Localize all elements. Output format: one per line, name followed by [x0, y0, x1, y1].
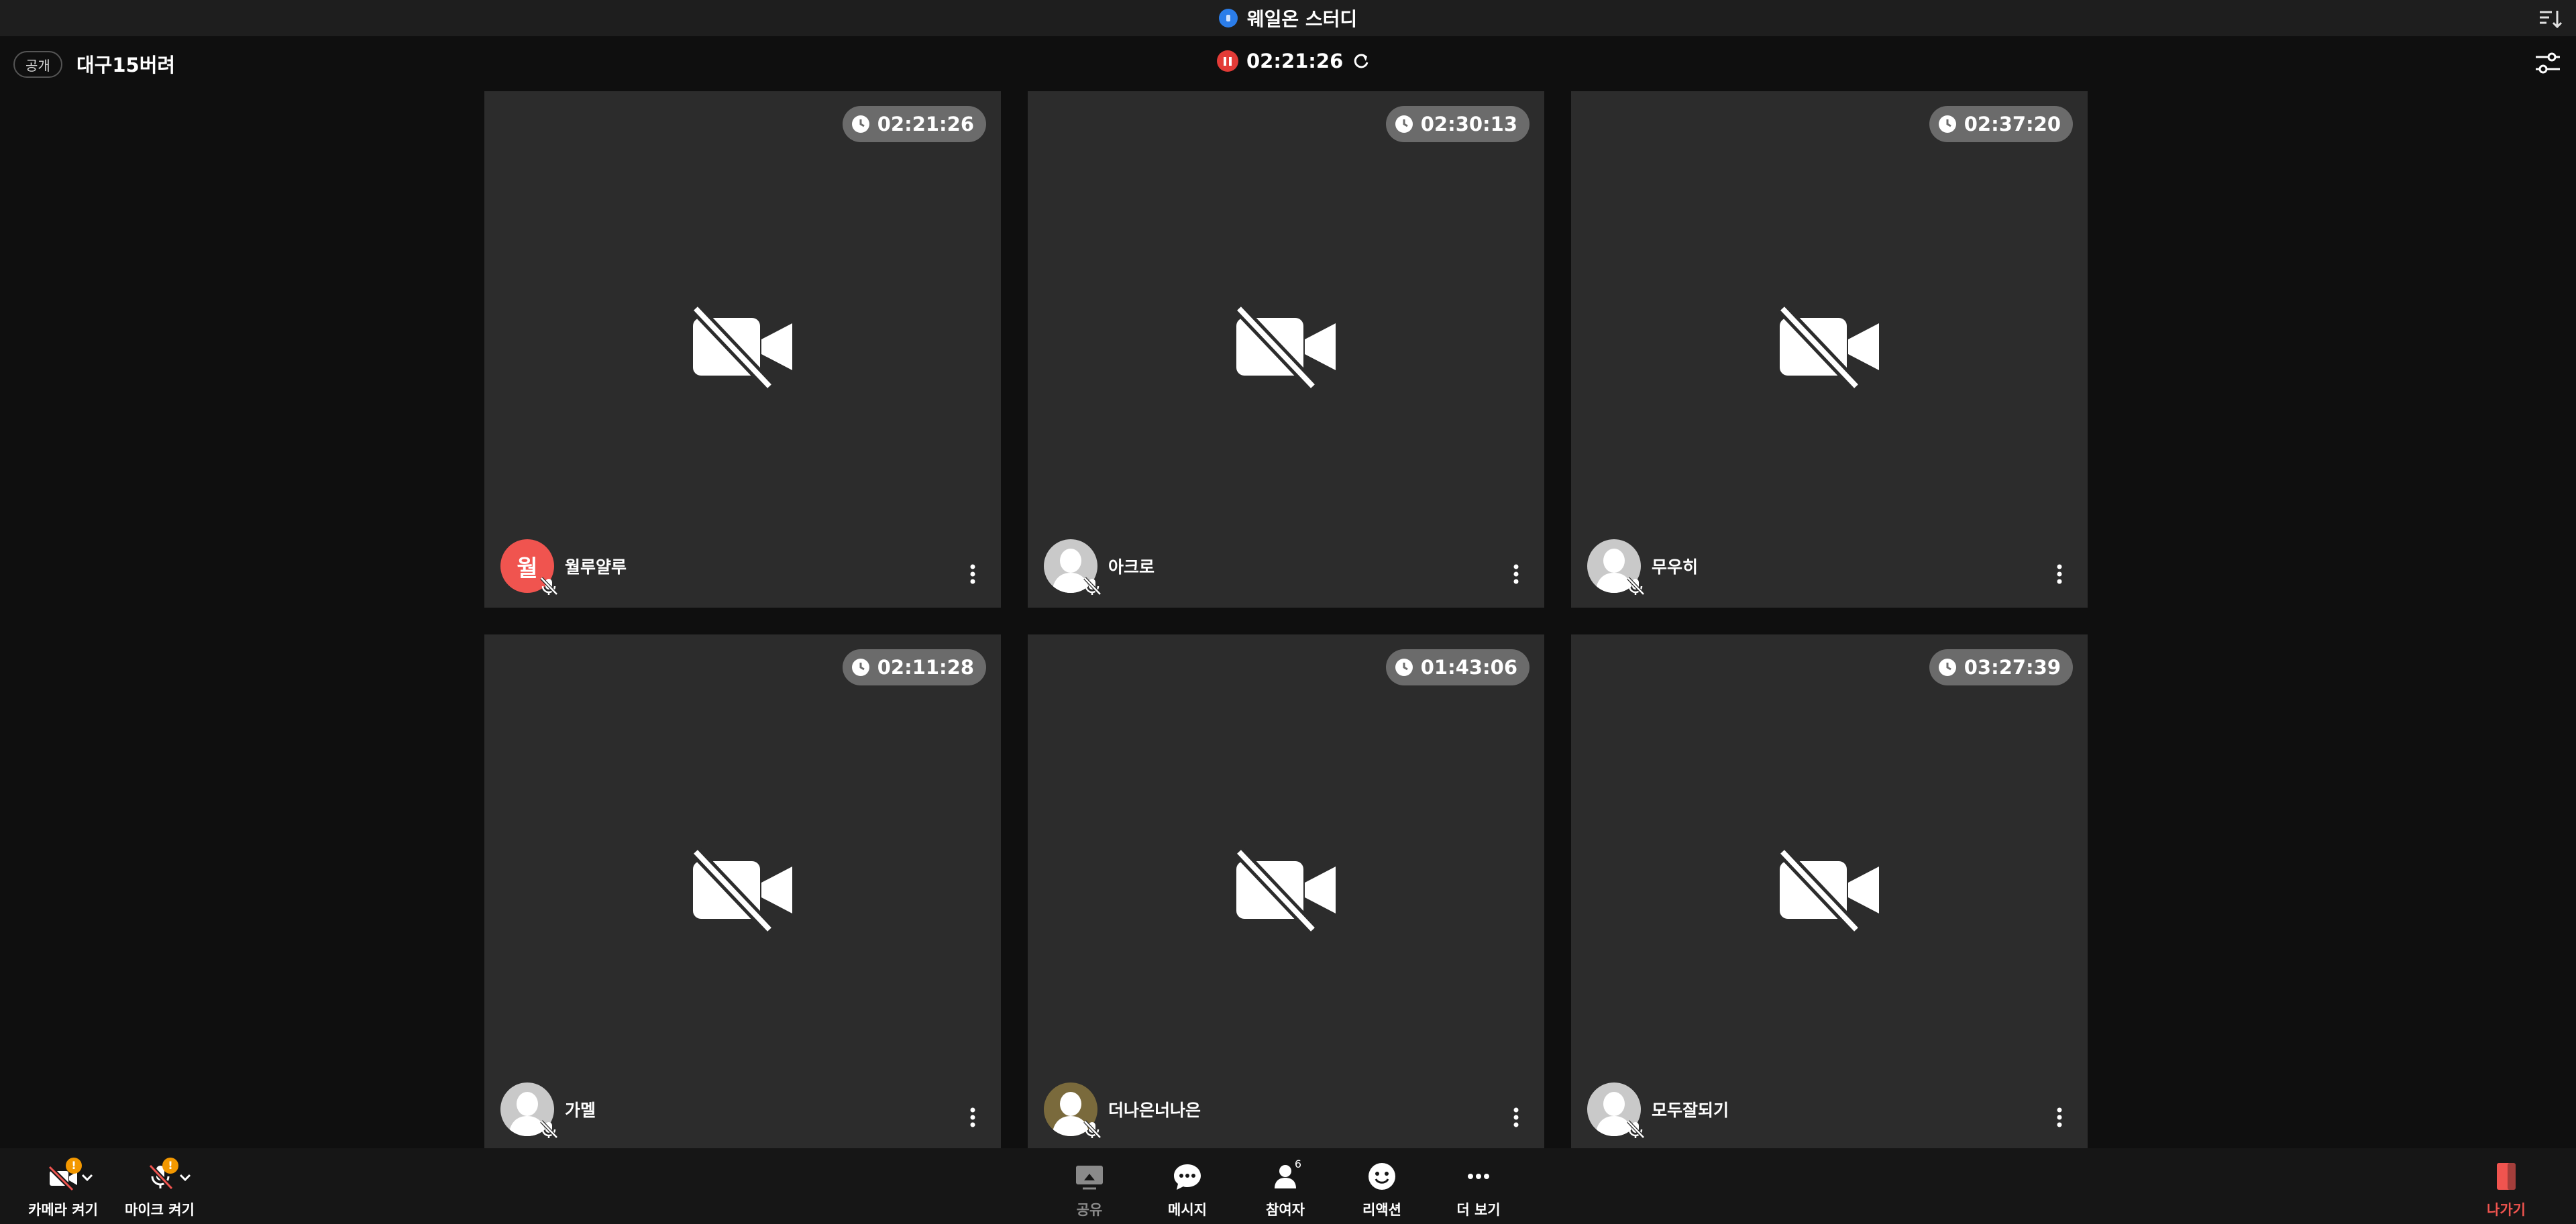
share-icon-wrap [1071, 1158, 1108, 1195]
message-icon-wrap [1169, 1158, 1206, 1195]
clock-icon [1395, 115, 1413, 133]
participant-name: 무우히 [1652, 557, 1699, 577]
participant-tile[interactable]: 02:21:26 월 월루얄루 [484, 91, 1001, 608]
exit-label: 나가기 [2487, 1202, 2526, 1218]
study-time: 03:27:39 [1964, 656, 2061, 679]
room-name: 대구15버려 [76, 54, 176, 76]
more-options-icon[interactable] [965, 561, 981, 588]
camera-label: 카메라 켜기 [28, 1202, 98, 1218]
reaction-label: 리액션 [1362, 1202, 1401, 1218]
mic-off-icon [540, 577, 558, 596]
settings-sliders-icon[interactable] [2532, 47, 2564, 79]
participant-name: 월루얄루 [565, 557, 627, 577]
study-time-badge: 01:43:06 [1385, 649, 1529, 685]
room-header: 공개 대구15버려 02:21:26 [0, 36, 2576, 90]
participant-tile[interactable]: 02:30:13 아크로 [1028, 91, 1544, 608]
study-time: 02:21:26 [877, 113, 974, 135]
study-time-badge: 02:11:28 [842, 649, 986, 685]
study-time-badge: 02:21:26 [842, 106, 986, 142]
mic-off-icon [1627, 577, 1645, 596]
exit-door-icon [2497, 1163, 2516, 1190]
pause-button[interactable] [1217, 50, 1238, 72]
mic-label: 마이크 켜기 [125, 1202, 195, 1218]
clock-icon [851, 659, 869, 676]
chevron-down-icon[interactable] [176, 1168, 195, 1187]
participant-count: 6 [1294, 1158, 1301, 1170]
camera-off-icon [1778, 304, 1879, 391]
share-label: 공유 [1076, 1202, 1103, 1218]
mic-off-icon [1083, 577, 1102, 596]
participant-name: 가멜 [565, 1101, 596, 1120]
clock-icon [1938, 659, 1956, 676]
participant-tile[interactable]: 01:43:06 더나은너나은 [1028, 634, 1544, 1151]
mic-button-icon-wrap: ! [141, 1158, 178, 1195]
mic-off-icon [1083, 1120, 1102, 1139]
camera-button-icon-wrap: ! [44, 1158, 82, 1195]
sort-icon[interactable] [2537, 5, 2564, 32]
camera-off-icon [1234, 847, 1336, 934]
camera-off-icon [691, 304, 792, 391]
participants-button[interactable]: 6 참여자 [1245, 1148, 1326, 1224]
study-time-badge: 03:27:39 [1929, 649, 2073, 685]
chevron-down-icon[interactable] [78, 1168, 97, 1187]
more-button[interactable]: 더 보기 [1438, 1148, 1519, 1224]
study-time: 02:30:13 [1420, 113, 1517, 135]
visibility-badge: 공개 [13, 51, 62, 78]
more-options-icon[interactable] [1508, 561, 1524, 588]
reaction-button[interactable]: 리액션 [1342, 1148, 1422, 1224]
study-timer: 02:21:26 [1217, 50, 1371, 72]
avatar-initial: 월 [517, 555, 538, 582]
participant-tile[interactable]: 02:37:20 무우히 [1571, 91, 2088, 608]
mic-off-icon [540, 1120, 558, 1139]
clock-icon [1938, 115, 1956, 133]
window-title: 웨일온 스터디 [1246, 8, 1358, 30]
more-icon-wrap [1460, 1158, 1497, 1195]
timer-value: 02:21:26 [1246, 50, 1344, 72]
participant-tile[interactable]: 03:27:39 모두잘되기 [1571, 634, 2088, 1151]
participant-name: 더나은너나은 [1108, 1101, 1201, 1120]
meeting-toolbar: ! 카메라 켜기 ! 마이크 켜기 공유 메시지 6 참여자 리액션 더 보기 … [0, 1148, 2576, 1224]
more-options-icon[interactable] [2051, 561, 2068, 588]
clock-icon [1395, 659, 1413, 676]
more-options-icon[interactable] [965, 1104, 981, 1131]
chat-icon [1174, 1164, 1201, 1190]
clock-icon [851, 115, 869, 133]
study-time-badge: 02:37:20 [1929, 106, 2073, 142]
screen-share-icon [1076, 1166, 1103, 1190]
camera-off-icon [691, 847, 792, 934]
mic-off-icon [1627, 1120, 1645, 1139]
share-button[interactable]: 공유 [1049, 1148, 1130, 1224]
reaction-icon-wrap [1363, 1158, 1401, 1195]
message-button[interactable]: 메시지 [1147, 1148, 1228, 1224]
participant-tile[interactable]: 02:11:28 가멜 [484, 634, 1001, 1151]
study-time: 02:37:20 [1964, 113, 2061, 135]
window-titlebar: 웨일온 스터디 [0, 0, 2576, 36]
more-options-icon[interactable] [1508, 1104, 1524, 1131]
participant-name: 모두잘되기 [1652, 1101, 1729, 1120]
refresh-icon[interactable] [1351, 51, 1371, 71]
message-label: 메시지 [1168, 1202, 1207, 1218]
study-time-badge: 02:30:13 [1385, 106, 1529, 142]
camera-off-icon [1778, 847, 1879, 934]
more-horizontal-icon [1468, 1174, 1489, 1179]
whale-on-logo-icon [1218, 9, 1238, 27]
exit-button[interactable]: 나가기 [2466, 1148, 2546, 1224]
smiley-icon [1368, 1163, 1395, 1190]
study-time: 01:43:06 [1420, 656, 1517, 679]
study-time: 02:11:28 [877, 656, 974, 679]
more-label: 더 보기 [1456, 1202, 1501, 1218]
exit-icon-wrap [2487, 1158, 2525, 1195]
camera-off-icon [1234, 304, 1336, 391]
participants-icon-wrap: 6 [1267, 1158, 1304, 1195]
more-options-icon[interactable] [2051, 1104, 2068, 1131]
participant-name: 아크로 [1108, 557, 1155, 577]
participants-label: 참여자 [1266, 1202, 1305, 1218]
